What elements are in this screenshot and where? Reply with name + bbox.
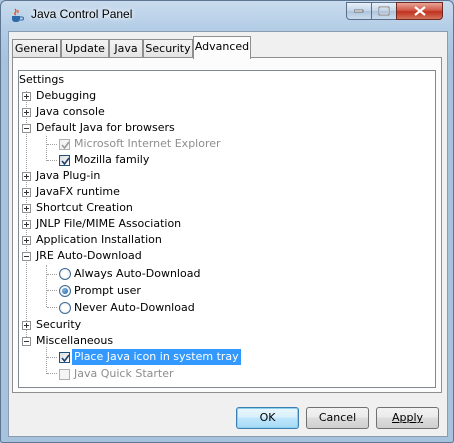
tree-node-label: Java console — [36, 105, 105, 118]
java-quick-starter-checkbox[interactable] — [59, 369, 70, 380]
expand-plus-icon[interactable] — [22, 321, 31, 330]
ok-button-label: OK — [259, 411, 276, 424]
radio-label: Never Auto-Download — [74, 301, 195, 314]
expand-plus-icon[interactable] — [22, 220, 31, 229]
checkbox-label: Mozilla family — [74, 153, 150, 166]
collapse-minus-icon[interactable] — [22, 252, 31, 261]
collapse-minus-icon[interactable] — [22, 124, 31, 133]
radio-label: Always Auto-Download — [74, 267, 201, 280]
ie-checkbox[interactable] — [59, 139, 70, 150]
tab-security[interactable]: Security — [143, 39, 193, 58]
cancel-button-label: Cancel — [318, 411, 357, 424]
tree-connector — [46, 136, 47, 161]
tree-connector — [47, 144, 57, 145]
tree-node-label: Shortcut Creation — [36, 201, 133, 214]
apply-button-label: Apply — [391, 411, 424, 424]
tree-node-label: Java Plug-in — [36, 169, 101, 182]
close-button[interactable] — [396, 2, 443, 20]
tree-node-label: JRE Auto-Download — [36, 249, 142, 262]
window-title: Java Control Panel — [31, 7, 133, 21]
checkmark-icon — [61, 354, 70, 363]
maximize-button[interactable] — [371, 2, 397, 20]
tree-connector — [47, 307, 57, 308]
minimize-button[interactable] — [346, 2, 372, 20]
java-control-panel-window: Java Control Panel General Update Java S… — [0, 0, 454, 443]
java-icon-tray-checkbox[interactable] — [59, 352, 70, 363]
expand-plus-icon[interactable] — [22, 92, 31, 101]
tree-connector — [47, 160, 57, 161]
tree-connector — [47, 290, 57, 291]
checkbox-label: Place Java icon in system tray — [72, 349, 241, 365]
tree-connector — [46, 265, 47, 307]
checkbox-label: Microsoft Internet Explorer — [74, 137, 221, 150]
tree-connector — [47, 274, 57, 275]
advanced-tab-panel: Settings Debugging Java console Default … — [12, 57, 442, 393]
close-icon — [413, 6, 426, 16]
tab-java[interactable]: Java — [109, 39, 143, 58]
tree-connector — [46, 347, 47, 374]
tree-node-label: Debugging — [36, 89, 97, 102]
tab-advanced[interactable]: Advanced — [193, 36, 251, 59]
dialog-client-area: General Update Java Security Advanced Se… — [8, 31, 448, 437]
tree-root-settings[interactable]: Settings — [19, 72, 64, 88]
title-bar[interactable]: Java Control Panel — [1, 1, 453, 29]
tree-node-label: Default Java for browsers — [36, 121, 175, 134]
ok-button[interactable]: OK — [236, 407, 299, 429]
tab-update[interactable]: Update — [61, 39, 109, 58]
expand-plus-icon[interactable] — [22, 236, 31, 245]
tree-node-label: Application Installation — [36, 233, 162, 246]
apply-button[interactable]: Apply — [376, 407, 439, 429]
tree-connector — [47, 373, 57, 374]
tree-node-label: JavaFX runtime — [36, 185, 120, 198]
expand-plus-icon[interactable] — [22, 108, 31, 117]
tree-node-label: Settings — [19, 73, 65, 86]
maximize-icon — [378, 6, 390, 16]
checkmark-icon — [61, 141, 70, 150]
tab-general[interactable]: General — [12, 39, 61, 58]
mozilla-checkbox[interactable] — [59, 155, 70, 166]
expand-plus-icon[interactable] — [22, 188, 31, 197]
java-cup-icon — [9, 7, 25, 23]
tree-node-label: Security — [36, 318, 82, 331]
settings-tree[interactable]: Settings Debugging Java console Default … — [18, 70, 436, 388]
always-auto-download-radio[interactable] — [59, 268, 71, 280]
minimize-icon — [354, 9, 364, 13]
radio-label: Prompt user — [74, 284, 141, 297]
expand-plus-icon[interactable] — [22, 172, 31, 181]
checkbox-label: Java Quick Starter — [74, 367, 174, 380]
expand-plus-icon[interactable] — [22, 204, 31, 213]
checkmark-icon — [61, 157, 70, 166]
tree-node-label: Miscellaneous — [36, 334, 114, 347]
prompt-user-radio[interactable] — [59, 285, 71, 297]
never-auto-download-radio[interactable] — [59, 302, 71, 314]
tree-node-label: JNLP File/MIME Association — [36, 217, 182, 230]
tree-connector — [47, 357, 57, 358]
cancel-button[interactable]: Cancel — [306, 407, 369, 429]
collapse-minus-icon[interactable] — [22, 337, 31, 346]
